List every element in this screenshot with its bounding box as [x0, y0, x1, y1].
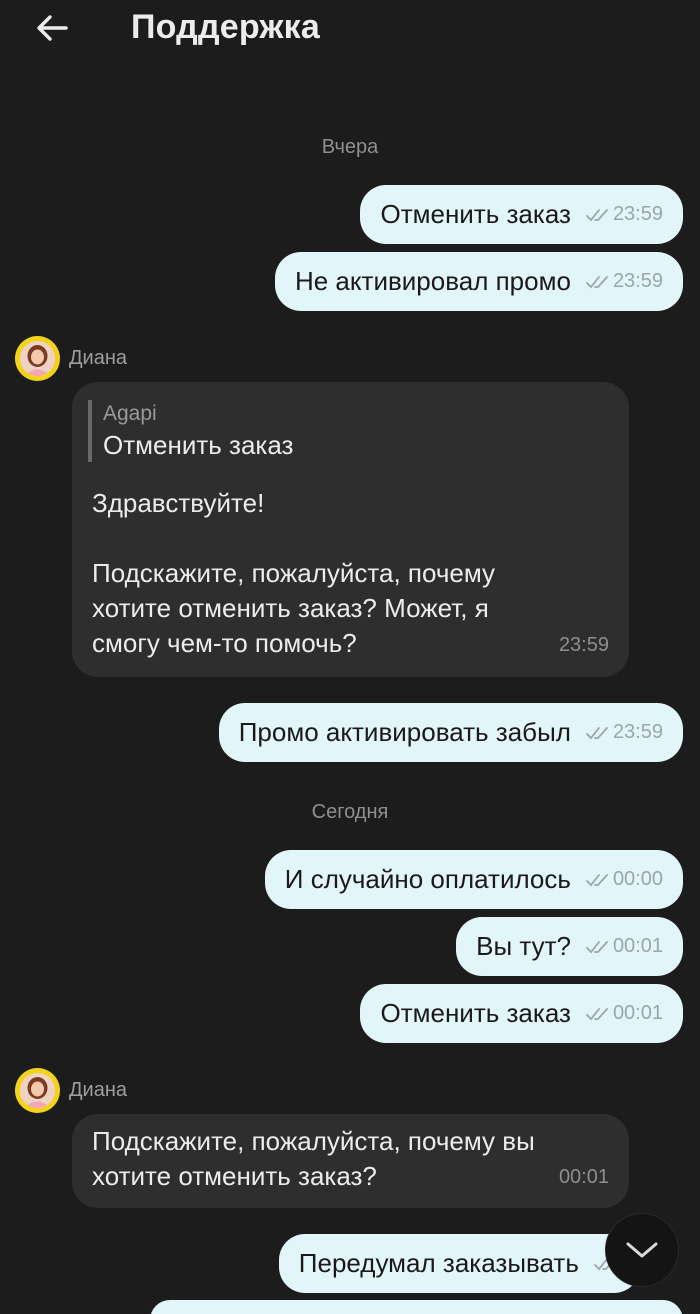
scroll-down-button[interactable] [605, 1213, 679, 1287]
message-time: 00:01 [612, 1002, 663, 1024]
double-check-icon [586, 275, 608, 288]
outgoing-message[interactable]: И случайно оплатилось 00:00 [264, 850, 683, 909]
date-separator-today: Сегодня [311, 801, 389, 823]
message-text: Здравствуйте! [92, 488, 265, 518]
message-text: Подскажите, пожалуйста, почему вы хотите… [92, 1126, 535, 1191]
back-button[interactable] [30, 6, 74, 50]
outgoing-message[interactable]: Не активировал промо 23:59 [274, 252, 683, 311]
support-chat-screen: Поддержка Вчера Отменить заказ 23:59 Не … [0, 0, 700, 1314]
message-meta: 23:59 [585, 721, 663, 744]
app-header: Поддержка [0, 0, 700, 58]
message-text: Передумал заказывать [298, 1248, 579, 1278]
message-time: 23:59 [612, 203, 663, 225]
quote-author: Agapi [103, 402, 157, 425]
incoming-message[interactable]: Agapi Отменить заказ Здравствуйте! Подск… [72, 382, 629, 677]
incoming-message[interactable]: Подскажите, пожалуйста, почему вы хотите… [72, 1114, 629, 1208]
message-meta: 00:01 [585, 935, 663, 958]
message-text: Отменить заказ [380, 199, 571, 229]
message-meta: 00:01 [585, 1002, 663, 1025]
message-text: Промо активировать забыл [238, 717, 571, 747]
date-separator-yesterday: Вчера [321, 136, 379, 158]
sender-name: Диана [69, 1078, 128, 1101]
avatar-photo [20, 1072, 55, 1108]
quote-text: Отменить заказ [103, 430, 294, 460]
message-text: И случайно оплатилось [284, 864, 571, 894]
message-text: Отменить заказ [380, 998, 571, 1028]
sender-name: Диана [69, 346, 128, 369]
message-time: 23:59 [612, 270, 663, 292]
message-meta: 23:59 [585, 203, 663, 226]
arrow-left-icon [37, 15, 68, 41]
double-check-icon [586, 208, 608, 221]
message-time: 23:59 [612, 721, 663, 743]
message-meta: 00:00 [585, 868, 663, 891]
sender-row: Диана [15, 1067, 127, 1113]
avatar[interactable] [15, 335, 60, 381]
chevron-down-icon [626, 1242, 658, 1258]
avatar-photo [20, 340, 55, 376]
message-text: Подскажите, пожалуйста, почему хотите от… [92, 558, 496, 658]
message-time: 00:01 [612, 935, 663, 957]
double-check-icon [586, 940, 608, 953]
message-time: 23:59 [558, 634, 609, 656]
outgoing-message-partial[interactable] [150, 1300, 683, 1314]
quoted-reply[interactable]: Agapi Отменить заказ [88, 400, 609, 462]
double-check-icon [586, 1007, 608, 1020]
double-check-icon [586, 873, 608, 886]
double-check-icon [586, 726, 608, 739]
sender-row: Диана [15, 335, 127, 381]
message-text: Вы тут? [476, 931, 571, 961]
outgoing-message[interactable]: Отменить заказ 00:01 [360, 984, 683, 1043]
outgoing-message[interactable]: Вы тут? 00:01 [456, 917, 683, 976]
page-title: Поддержка [131, 8, 320, 46]
message-meta: 23:59 [585, 270, 663, 293]
message-time: 00:00 [612, 868, 663, 890]
outgoing-message[interactable]: Промо активировать забыл 23:59 [218, 703, 683, 762]
outgoing-message[interactable]: Передумал заказывать 0 [278, 1234, 640, 1293]
message-text: Не активировал промо [294, 266, 571, 296]
outgoing-message[interactable]: Отменить заказ 23:59 [360, 185, 683, 244]
message-time: 00:01 [558, 1166, 609, 1188]
avatar[interactable] [15, 1067, 60, 1113]
